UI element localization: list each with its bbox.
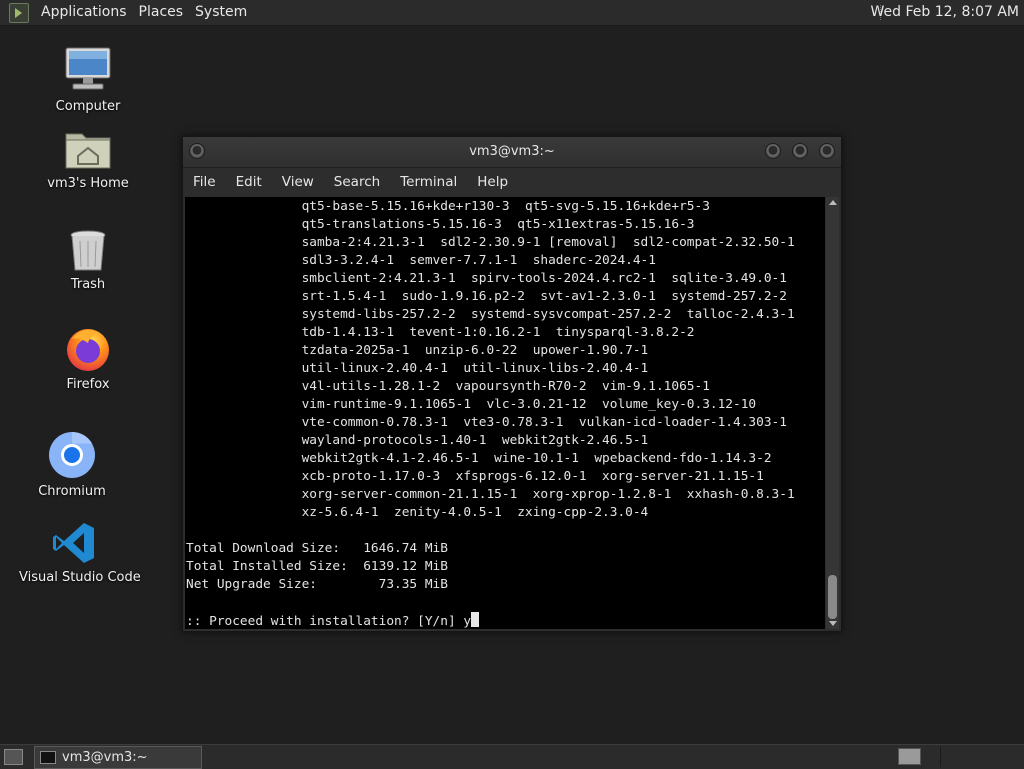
- terminal-line: tdb-1.4.13-1 tevent-1:0.16.2-1 tinysparq…: [186, 325, 695, 340]
- terminal-line: qt5-base-5.15.16+kde+r130-3 qt5-svg-5.15…: [186, 199, 710, 214]
- terminal-menubar: File Edit View Search Terminal Help: [183, 168, 841, 196]
- terminal-line: vte-common-0.78.3-1 vte3-0.78.3-1 vulkan…: [186, 415, 787, 430]
- close-icon[interactable]: [819, 143, 835, 159]
- scroll-up-arrow-icon[interactable]: [829, 200, 837, 205]
- scroll-down-arrow-icon[interactable]: [829, 621, 837, 626]
- taskbar-item-label: vm3@vm3:~: [62, 750, 148, 765]
- terminal-window[interactable]: vm3@vm3:~ File Edit View Search Terminal…: [182, 136, 842, 632]
- terminal-output[interactable]: qt5-base-5.15.16+kde+r130-3 qt5-svg-5.15…: [185, 197, 825, 629]
- terminal-line: v4l-utils-1.28.1-2 vapoursynth-R70-2 vim…: [186, 379, 710, 394]
- desktop-icon-computer[interactable]: Computer: [33, 45, 143, 114]
- desktop-icon-label: Computer: [55, 99, 121, 114]
- terminal-line: samba-2:4.21.3-1 sdl2-2.30.9-1 [removal]…: [186, 235, 795, 250]
- terminal-line: smbclient-2:4.21.3-1 spirv-tools-2024.4.…: [186, 271, 787, 286]
- desktop-icon-label: Chromium: [38, 484, 106, 499]
- terminal-line: Total Download Size: 1646.74 MiB: [186, 541, 448, 556]
- menu-search[interactable]: Search: [324, 168, 390, 196]
- menu-system[interactable]: System: [189, 0, 253, 25]
- desktop-icon-label: Trash: [70, 277, 106, 292]
- distro-logo-icon[interactable]: [9, 2, 29, 23]
- desktop-icon-firefox[interactable]: Firefox: [33, 325, 143, 392]
- scrollbar-thumb[interactable]: [828, 575, 837, 619]
- terminal-line: systemd-libs-257.2-2 systemd-sysvcompat-…: [186, 307, 795, 322]
- terminal-line: xcb-proto-1.17.0-3 xfsprogs-6.12.0-1 xor…: [186, 469, 764, 484]
- terminal-prompt-line: :: Proceed with installation? [Y/n] y: [186, 612, 480, 629]
- taskbar-item-terminal[interactable]: vm3@vm3:~: [34, 746, 202, 769]
- bottom-panel: vm3@vm3:~: [0, 744, 1024, 769]
- maximize-icon[interactable]: [792, 143, 808, 159]
- terminal-line: wayland-protocols-1.40-1 webkit2gtk-2.46…: [186, 433, 649, 448]
- menu-applications[interactable]: Applications: [35, 0, 133, 25]
- desktop-icon-home[interactable]: vm3's Home: [33, 128, 143, 191]
- workspace-switcher[interactable]: [898, 748, 921, 765]
- computer-icon: [65, 47, 111, 90]
- terminal-line: webkit2gtk-4.1-2.46.5-1 wine-10.1-1 wpeb…: [186, 451, 772, 466]
- terminal-scrollbar[interactable]: [826, 197, 839, 629]
- terminal-line: Total Installed Size: 6139.12 MiB: [186, 559, 448, 574]
- terminal-prompt: :: Proceed with installation? [Y/n] y: [186, 614, 472, 629]
- trash-icon: [70, 230, 106, 271]
- minimize-icon[interactable]: [765, 143, 781, 159]
- menu-view[interactable]: View: [272, 168, 324, 196]
- show-desktop-icon[interactable]: [4, 749, 23, 765]
- desktop-icon-label: vm3's Home: [47, 176, 129, 191]
- desktop-icon-chromium[interactable]: Chromium: [17, 430, 127, 499]
- terminal-line: qt5-translations-5.15.16-3 qt5-x11extras…: [186, 217, 695, 232]
- top-panel: Applications Places System Wed Feb 12, 8…: [0, 0, 1024, 26]
- terminal-icon: [40, 751, 56, 764]
- home-folder-icon: [65, 133, 111, 169]
- text-cursor: [471, 612, 480, 627]
- terminal-line: xz-5.6.4-1 zenity-4.0.5-1 zxing-cpp-2.3.…: [186, 505, 649, 520]
- clock[interactable]: Wed Feb 12, 8:07 AM: [871, 0, 1019, 25]
- desktop-icon-trash[interactable]: Trash: [33, 229, 143, 292]
- terminal-line: Net Upgrade Size: 73.35 MiB: [186, 577, 448, 592]
- terminal-line: tzdata-2025a-1 unzip-6.0-22 upower-1.90.…: [186, 343, 649, 358]
- menu-places[interactable]: Places: [133, 0, 190, 25]
- chromium-icon: [49, 431, 95, 478]
- desktop-icon-label: Visual Studio Code: [19, 570, 141, 585]
- menu-terminal[interactable]: Terminal: [390, 168, 467, 196]
- title-bar[interactable]: vm3@vm3:~: [183, 137, 841, 168]
- terminal-line: util-linux-2.40.4-1 util-linux-libs-2.40…: [186, 361, 649, 376]
- window-title: vm3@vm3:~: [469, 144, 555, 159]
- terminal-line: sdl3-3.2.4-1 semver-7.7.1-1 shaderc-2024…: [186, 253, 656, 268]
- menu-edit[interactable]: Edit: [226, 168, 272, 196]
- terminal-line: xorg-server-common-21.1.15-1 xorg-xprop-…: [186, 487, 795, 502]
- menu-help[interactable]: Help: [467, 168, 518, 196]
- terminal-line: srt-1.5.4-1 sudo-1.9.16.p2-2 svt-av1-2.3…: [186, 289, 787, 304]
- firefox-icon: [67, 329, 109, 371]
- terminal-line: vim-runtime-9.1.1065-1 vlc-3.0.21-12 vol…: [186, 397, 757, 412]
- menu-file[interactable]: File: [183, 168, 226, 196]
- vscode-icon: [53, 523, 94, 563]
- desktop-icon-vscode[interactable]: Visual Studio Code: [19, 520, 141, 585]
- panel-divider: [940, 747, 941, 767]
- desktop-icon-label: Firefox: [66, 377, 110, 392]
